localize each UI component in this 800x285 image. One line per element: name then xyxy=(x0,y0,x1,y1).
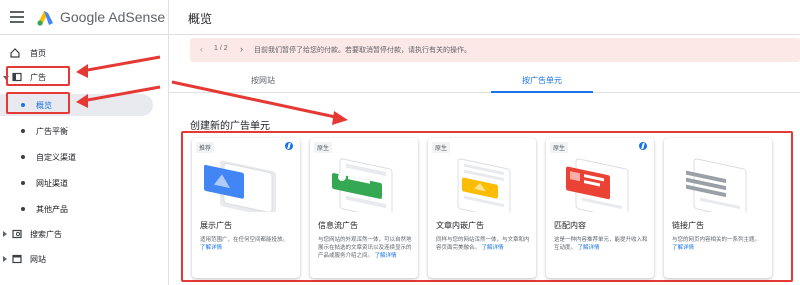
bolt-icon xyxy=(285,142,293,150)
sidebar-item-custom-channels[interactable]: 自定义渠道 xyxy=(0,146,160,168)
chevron-right-icon[interactable]: › xyxy=(240,44,243,54)
chevron-right-icon xyxy=(3,256,7,262)
notification-banner: ‹ 1 / 2 › 目前我们暂停了给您的付款。若要取消暂停付款，请执行有关的操作… xyxy=(190,38,800,62)
sidebar-item-label: 其他产品 xyxy=(36,205,68,214)
in-feed-ad-illustration xyxy=(332,158,393,212)
card-description: 适用范围广，在任何空间都能投放。 了解详情 xyxy=(200,237,289,251)
in-article-ad-illustration xyxy=(457,158,511,212)
sidebar-item-label: 自定义渠道 xyxy=(36,153,76,162)
sidebar-item-sites[interactable]: 网站 xyxy=(0,248,160,270)
menu-icon[interactable] xyxy=(10,11,24,23)
active-tab-indicator xyxy=(491,91,593,93)
tab-by-site[interactable]: 按网站 xyxy=(251,75,275,86)
bolt-icon xyxy=(639,142,647,150)
ad-unit-card-display[interactable]: 推荐 展示广告 适用范围广，在任何空间都能投放。 了解详情 xyxy=(192,138,300,278)
card-description: 同样与您的网站浑然一体，与文章和内容页面完美融合。 了解详情 xyxy=(436,237,530,251)
link-ad-illustration xyxy=(686,158,747,212)
search-ads-icon xyxy=(12,229,22,239)
bullet-icon xyxy=(21,207,25,211)
sidebar-item-label: 首页 xyxy=(30,49,46,58)
sidebar-item-ad-balance[interactable]: 广告平衡 xyxy=(0,120,160,142)
tab-bar: 按网站 按广告单元 xyxy=(169,67,800,93)
card-title: 文章内嵌广告 xyxy=(436,221,484,230)
tab-by-ad-unit[interactable]: 按广告单元 xyxy=(522,75,562,86)
bullet-icon xyxy=(21,129,25,133)
sidebar-item-url-channels[interactable]: 网址渠道 xyxy=(0,172,160,194)
bullet-icon xyxy=(21,181,25,185)
section-title: 创建新的广告单元 xyxy=(190,121,270,132)
card-title: 展示广告 xyxy=(200,221,232,230)
sidebar-item-label: 搜索广告 xyxy=(30,230,62,239)
sidebar-item-label: 网站 xyxy=(30,255,46,264)
card-description: 与您网站的外观浑然一体，可以自然地展示在帖选的文章资讯以及连续显示的产品或服务介… xyxy=(318,237,412,259)
home-icon xyxy=(10,48,20,58)
ad-unit-card-matched-content[interactable]: 原生 匹配内容 这是一种内容推荐单元，能提升收入和互动度。 了解详情 xyxy=(546,138,654,278)
banner-message: 目前我们暂停了给您的付款。若要取消暂停付款，请执行有关的操作。 xyxy=(254,47,471,54)
page-title: 概览 xyxy=(188,12,213,26)
chevron-left-icon[interactable]: ‹ xyxy=(200,44,203,54)
learn-more-link[interactable]: 了解详情 xyxy=(375,253,397,259)
learn-more-link[interactable]: 了解详情 xyxy=(578,245,600,251)
sidebar-item-home[interactable]: 首页 xyxy=(0,42,160,64)
ad-unit-card-in-article[interactable]: 原生 文章内嵌广告 同样与您的网站浑然一体，与文章和内容页面完美融合。 了解详情 xyxy=(428,138,536,278)
annotation-box-overview xyxy=(6,92,70,114)
sidebar-item-label: 网址渠道 xyxy=(36,179,68,188)
display-ad-illustration xyxy=(204,160,276,212)
ad-unit-card-in-feed[interactable]: 原生 信息流广告 与您网站的外观浑然一体，可以自然地展示在帖选的文章资讯以及连续… xyxy=(310,138,418,278)
learn-more-link[interactable]: 了解详情 xyxy=(482,245,504,251)
adsense-logo xyxy=(37,11,53,26)
matched-content-illustration xyxy=(566,158,629,212)
sidebar-item-label: 广告平衡 xyxy=(36,127,68,136)
sidebar-item-search-ads[interactable]: 搜索广告 xyxy=(0,223,160,245)
card-description: 这是一种内容推荐单元，能提升收入和互动度。 了解详情 xyxy=(554,237,648,251)
annotation-box-ads xyxy=(6,66,70,86)
card-description: 与您的网页内容相关的一系列主题。 了解详情 xyxy=(672,237,761,251)
top-app-bar: Google AdSense 概览 xyxy=(0,0,800,35)
chevron-right-icon xyxy=(3,231,7,237)
learn-more-link[interactable]: 了解详情 xyxy=(672,245,694,251)
brand-name: Google AdSense xyxy=(60,9,166,25)
card-title: 链接广告 xyxy=(672,221,704,230)
card-title: 匹配内容 xyxy=(554,221,586,230)
banner-pager: 1 / 2 xyxy=(214,45,228,52)
card-title: 信息流广告 xyxy=(318,221,358,230)
sidebar-divider xyxy=(168,0,169,285)
sites-icon xyxy=(12,254,22,264)
sidebar-item-other-products[interactable]: 其他产品 xyxy=(0,198,160,220)
ad-unit-card-link-ads[interactable]: 链接广告 与您的网页内容相关的一系列主题。 了解详情 xyxy=(664,138,772,278)
learn-more-link[interactable]: 了解详情 xyxy=(200,245,222,251)
bullet-icon xyxy=(21,155,25,159)
